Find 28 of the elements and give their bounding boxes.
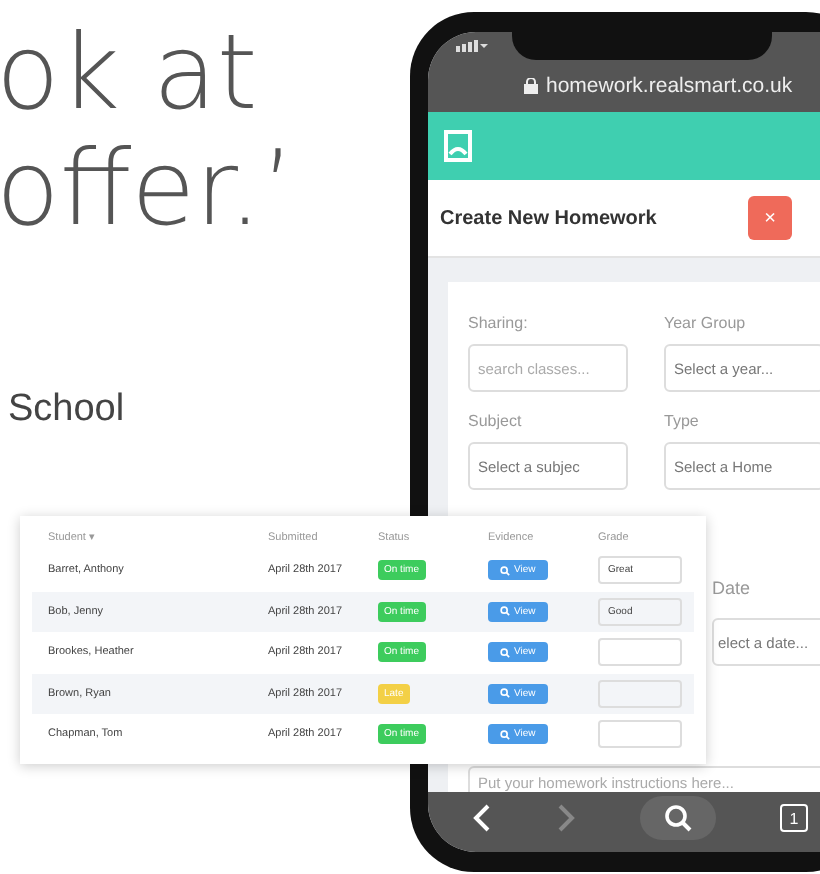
field-label: Year Group: [664, 314, 748, 332]
search-icon: [500, 565, 510, 576]
address-bar[interactable]: homework.realsmart.co.uk: [428, 60, 820, 112]
field-label: Date: [712, 578, 753, 598]
field-label: Type: [664, 412, 701, 430]
field-label: Subject: [468, 412, 524, 430]
dialog-title: Create New Homework: [440, 207, 657, 229]
search-button[interactable]: [640, 796, 716, 840]
lock-icon: [524, 78, 538, 94]
signal-icon: [456, 40, 488, 52]
close-button[interactable]: ×: [748, 196, 792, 240]
search-icon: [500, 606, 510, 617]
grade-field[interactable]: [598, 679, 682, 708]
back-icon[interactable]: [472, 804, 492, 832]
logo-icon: [444, 130, 472, 162]
grade-field[interactable]: [598, 638, 682, 667]
field-label: Sharing:: [468, 314, 530, 332]
grade-field[interactable]: [598, 720, 682, 749]
quote-attribution: School: [8, 388, 127, 432]
url-text: homework.realsmart.co.uk: [546, 74, 793, 98]
quote-line: offer.’: [0, 132, 297, 248]
search-icon: [500, 688, 510, 699]
quote-line: ok at: [0, 16, 260, 132]
tabs-button[interactable]: 1: [780, 804, 808, 832]
forward-icon[interactable]: [556, 804, 576, 832]
search-icon: [500, 647, 510, 658]
search-icon: [664, 804, 692, 832]
search-icon: [500, 729, 510, 740]
